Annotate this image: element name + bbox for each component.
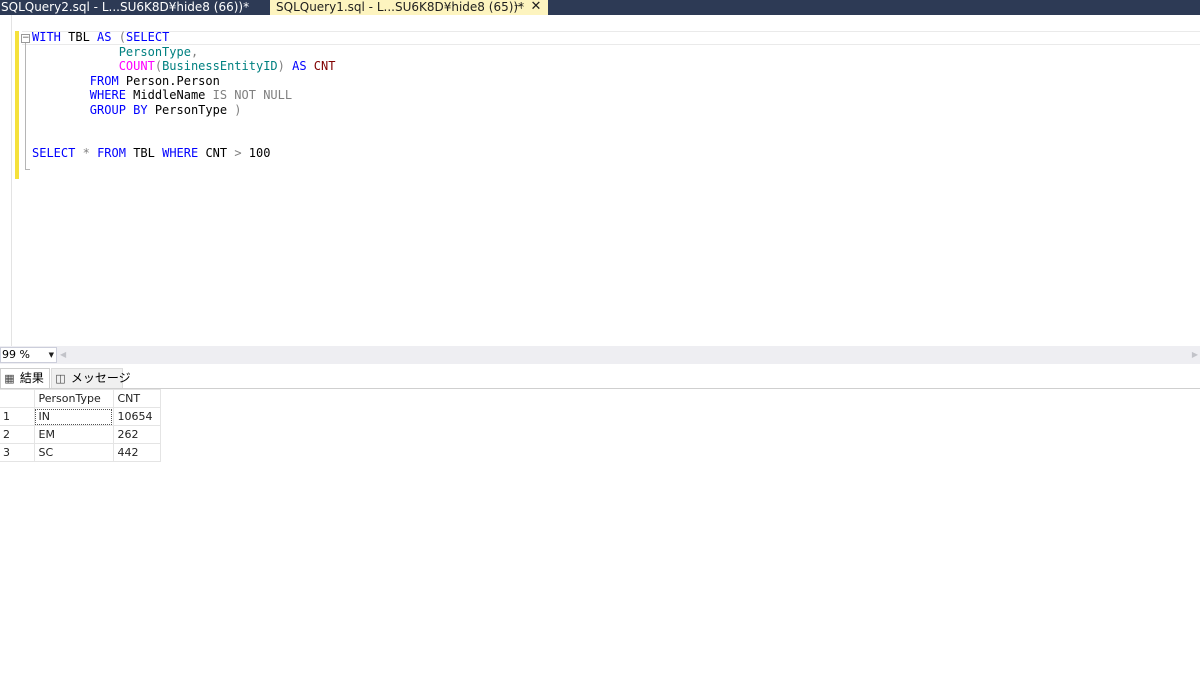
- zoom-bar: 99 % ▼ ◀ ▶: [0, 346, 1200, 364]
- query-editor[interactable]: − WITH TBL AS (SELECT PersonType, COUNT(…: [0, 15, 1200, 346]
- results-grid: PersonType CNT 1 IN 10654 2 EM 262 3 SC …: [0, 389, 161, 462]
- code-token: BusinessEntityID: [162, 59, 278, 73]
- table-row[interactable]: 1 IN 10654: [0, 407, 161, 426]
- code-line[interactable]: GROUP BY PersonType ): [32, 103, 335, 118]
- tab-sqlquery2[interactable]: SQLQuery2.sql - L...SU6K8D¥hide8 (66))*: [0, 0, 264, 15]
- grid-cell[interactable]: EM: [33, 425, 114, 444]
- code-token: ,: [190, 44, 199, 59]
- code-line[interactable]: WITH TBL AS (SELECT: [32, 30, 335, 45]
- fold-guide: [25, 43, 26, 170]
- code-token: SELECT: [32, 146, 76, 160]
- code-line[interactable]: PersonType,: [32, 45, 335, 60]
- code-line[interactable]: SELECT * FROM TBL WHERE CNT > 100: [32, 146, 335, 161]
- grid-cell[interactable]: 10654: [112, 407, 161, 426]
- code-token: WHERE: [162, 146, 199, 160]
- message-icon: ◫: [55, 372, 66, 385]
- tab-label: SQLQuery2.sql - L...SU6K8D¥hide8 (66))*: [1, 0, 250, 14]
- grid-cell[interactable]: 442: [112, 443, 161, 462]
- code-token: AS: [97, 30, 112, 44]
- zoom-dropdown[interactable]: 99 % ▼: [0, 347, 57, 363]
- code-token: CNT: [306, 59, 336, 73]
- grid-header-row: PersonType CNT: [0, 389, 161, 408]
- code-token: PersonType: [32, 44, 191, 59]
- row-number[interactable]: 3: [0, 443, 35, 462]
- tab-sqlquery1[interactable]: SQLQuery1.sql - L...SU6K8D¥hide8 (65))* …: [270, 0, 548, 15]
- grid-icon: ▦: [4, 372, 15, 385]
- editor-margin-divider: [11, 15, 12, 346]
- sql-code[interactable]: WITH TBL AS (SELECT PersonType, COUNT(Bu…: [32, 30, 335, 161]
- code-token: COUNT: [118, 59, 155, 73]
- code-token: FROM: [97, 146, 126, 160]
- grid-cell[interactable]: SC: [33, 443, 114, 462]
- results-tab-bar: ▦ 結果 ◫ メッセージ: [0, 364, 1200, 388]
- code-token: CNT: [198, 146, 235, 160]
- code-token: >: [234, 146, 242, 160]
- code-token: SELECT: [125, 30, 170, 44]
- code-token: ): [277, 59, 285, 73]
- tab-messages-label: メッセージ: [70, 371, 131, 385]
- code-line[interactable]: WHERE MiddleName IS NOT NULL: [32, 88, 335, 103]
- code-token: (: [154, 59, 163, 73]
- row-number[interactable]: 2: [0, 425, 35, 444]
- code-line[interactable]: COUNT(BusinessEntityID) AS CNT: [32, 59, 336, 74]
- code-token: WHERE: [89, 88, 126, 102]
- code-token: IS NOT NULL: [212, 88, 293, 102]
- row-header-corner[interactable]: [0, 389, 35, 408]
- code-line[interactable]: FROM Person.Person: [32, 74, 335, 89]
- tab-results[interactable]: ▦ 結果: [0, 368, 50, 388]
- scroll-left-icon[interactable]: ◀: [60, 348, 66, 362]
- grid-cell[interactable]: IN: [33, 407, 114, 426]
- code-token: TBL: [125, 146, 163, 160]
- collapse-icon[interactable]: −: [21, 34, 30, 43]
- table-row[interactable]: 3 SC 442: [0, 443, 161, 462]
- code-token: MiddleName: [125, 88, 213, 102]
- code-token: *: [82, 146, 90, 160]
- code-token: ): [234, 102, 242, 117]
- fold-guide-end: [25, 169, 30, 170]
- code-token: PersonType: [147, 102, 235, 117]
- scroll-right-icon[interactable]: ▶: [1192, 348, 1198, 362]
- code-token: GROUP BY: [89, 102, 148, 117]
- code-token: AS: [292, 59, 307, 73]
- tab-messages[interactable]: ◫ メッセージ: [51, 368, 131, 388]
- close-icon[interactable]: ✕: [528, 0, 544, 15]
- code-token: (: [118, 30, 126, 44]
- code-token: Person.Person: [118, 73, 220, 88]
- pin-icon[interactable]: ⊣: [511, 0, 525, 15]
- column-header[interactable]: PersonType: [33, 389, 114, 408]
- code-line[interactable]: [32, 117, 335, 132]
- change-tracking-bar: [15, 31, 19, 179]
- code-token: TBL: [60, 30, 98, 44]
- code-line[interactable]: [32, 132, 335, 147]
- tab-results-label: 結果: [19, 371, 44, 385]
- tab-label: SQLQuery1.sql - L...SU6K8D¥hide8 (65))*: [276, 0, 525, 14]
- document-tab-bar: SQLQuery2.sql - L...SU6K8D¥hide8 (66))* …: [0, 0, 1200, 15]
- column-header[interactable]: CNT: [112, 389, 161, 408]
- chevron-down-icon: ▼: [48, 351, 54, 359]
- results-tab-divider: [0, 388, 1200, 389]
- row-number[interactable]: 1: [0, 407, 35, 426]
- grid-cell[interactable]: 262: [112, 425, 161, 444]
- code-token: 100: [241, 146, 271, 160]
- code-token: FROM: [89, 73, 119, 88]
- table-row[interactable]: 2 EM 262: [0, 425, 161, 444]
- code-token: WITH: [32, 30, 61, 44]
- zoom-value: 99 %: [2, 348, 30, 361]
